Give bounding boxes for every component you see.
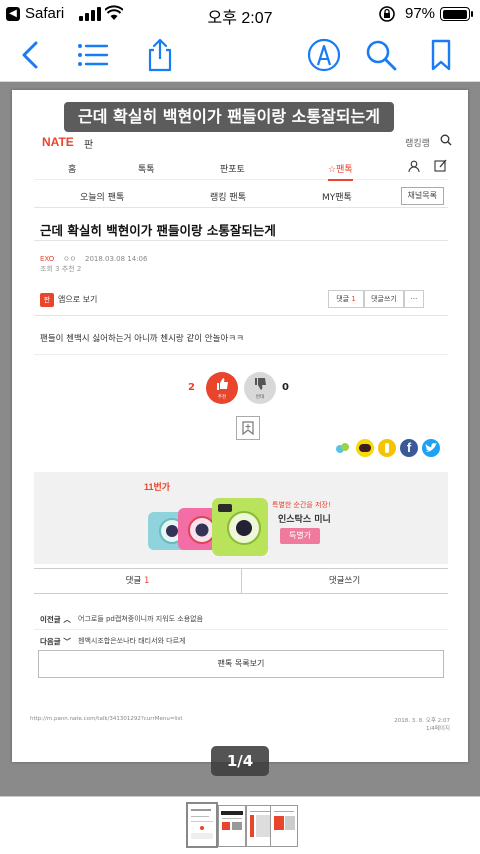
tab-write-comment: 댓글쓰기 bbox=[328, 576, 361, 586]
search-icon[interactable] bbox=[364, 38, 398, 72]
tab-comments-count: 1 bbox=[143, 576, 150, 586]
comment-label: 댓글 bbox=[336, 295, 350, 303]
share-twitter-icon bbox=[422, 439, 440, 457]
app-icon: 판 bbox=[40, 293, 54, 307]
next-post-label: 다음글 ﹀ bbox=[40, 637, 71, 646]
channel-list-button: 채널목록 bbox=[400, 187, 444, 205]
nav-today-fantalk: 오늘의 팬톡 bbox=[80, 193, 125, 203]
post-author: ㅇㅇ bbox=[63, 255, 77, 263]
comment-count: 1 bbox=[351, 295, 356, 303]
nav-fantalk: ☆팬톡 bbox=[328, 162, 353, 181]
prev-post-title: 어그로들 pd캡쳐중이니까 지워도 소용없음 bbox=[78, 615, 204, 623]
post-body: 팬들이 첸백시 싫어하는거 아니까 첸시랑 같이 안놀아ㅋㅋ bbox=[40, 334, 244, 344]
downvote-count: 0 bbox=[282, 382, 289, 393]
site-search-icon bbox=[440, 134, 452, 146]
upvote-label: 추천 bbox=[217, 395, 227, 400]
downvote-button: 반대 bbox=[244, 372, 276, 404]
thumbs-up-icon bbox=[217, 378, 228, 390]
upvote-count: 2 bbox=[188, 382, 195, 393]
banner-tagline: 특별한 순간을 저장! bbox=[272, 501, 331, 509]
more-button: ··· bbox=[404, 290, 424, 308]
header-right-link: 랭킹랭 bbox=[405, 139, 430, 149]
scrap-icon bbox=[242, 421, 254, 435]
post-meta: EXO ㅇㅇ 2018.03.08 14:06 bbox=[40, 254, 147, 264]
post-datetime: 2018.03.08 14:06 bbox=[84, 255, 148, 263]
nate-logo: NATE bbox=[42, 135, 74, 149]
downvote-label: 반대 bbox=[255, 395, 265, 400]
status-bar: ◀ Safari 오후 2:07 97% bbox=[0, 0, 480, 28]
ad-banner: 11번가 특별한 순간을 저장! 인스탁스 미니 특별가 bbox=[34, 472, 448, 564]
open-in-app-label: 앱으로 보기 bbox=[58, 295, 98, 304]
user-icon bbox=[408, 160, 420, 172]
next-post-title: 첸백시조합은쏘나타 태티서와 다르게 bbox=[78, 637, 186, 645]
write-icon bbox=[434, 159, 447, 172]
divider bbox=[34, 315, 448, 316]
thumbnail-page-4[interactable] bbox=[270, 805, 298, 847]
share-icon[interactable] bbox=[143, 38, 177, 72]
bookmark-icon[interactable] bbox=[424, 38, 458, 72]
battery-icon bbox=[440, 7, 470, 21]
share-kakaotalk-icon bbox=[356, 439, 374, 457]
thumbnail-page-2[interactable] bbox=[218, 805, 246, 847]
battery-tip bbox=[471, 11, 473, 17]
post-channel: EXO bbox=[40, 255, 55, 263]
sub-nav: 오늘의 팬톡 랭킹 팬톡 MY팬톡 채널목록 bbox=[34, 184, 448, 208]
post-stats: 조회 3 추천 2 bbox=[40, 265, 82, 273]
share-kakaostory-icon bbox=[378, 439, 396, 457]
share-facebook-icon: f bbox=[400, 439, 418, 457]
nav-pannphoto: 판포토 bbox=[220, 165, 245, 175]
nav-talk: 톡톡 bbox=[138, 165, 155, 175]
banner-product: 인스탁스 미니 bbox=[278, 515, 331, 525]
thumbnail-page-1[interactable] bbox=[186, 802, 218, 848]
divider bbox=[34, 240, 448, 241]
section-label: 판 bbox=[84, 140, 94, 151]
back-chevron-icon[interactable] bbox=[14, 38, 48, 72]
nav-home: 홈 bbox=[68, 165, 77, 175]
comment-count-button: 댓글 1 bbox=[328, 290, 364, 308]
thumbs-down-icon bbox=[255, 378, 266, 390]
print-footer-date: 2018. 3. 8. 오후 2:07 bbox=[394, 718, 450, 724]
prev-post-link: 이전글 ︿ 어그로들 pd캡쳐중이니까 지워도 소용없음 bbox=[34, 608, 448, 630]
nav-my-fantalk: MY팬톡 bbox=[322, 193, 352, 203]
print-footer-page: 1/4페이지 bbox=[425, 726, 450, 732]
comment-tabs: 댓글 1 댓글쓰기 bbox=[34, 568, 448, 594]
pdf-page: NATE 판 랭킹랭 근데 확실히 백현이가 팬들이랑 소통잘되는게 홈 톡톡 … bbox=[12, 90, 468, 762]
prev-post-label: 이전글 ︿ bbox=[40, 615, 71, 624]
nav-ranking-fantalk: 랭킹 팬톡 bbox=[210, 193, 246, 203]
site-header: NATE 판 랭킹랭 bbox=[42, 134, 454, 154]
markup-pen-icon[interactable] bbox=[307, 38, 341, 72]
tab-comments: 댓글 1 bbox=[34, 569, 241, 593]
main-nav: 홈 톡톡 판포토 ☆팬톡 bbox=[34, 158, 448, 181]
open-in-app-button: 판 앱으로 보기 bbox=[40, 292, 97, 308]
battery-percent: 97% bbox=[405, 5, 436, 22]
list-icon[interactable] bbox=[76, 38, 110, 72]
rotation-lock-icon bbox=[379, 6, 395, 22]
banner-shop-logo: 11번가 bbox=[144, 482, 171, 492]
page-title-overlay: 근데 확실히 백현이가 팬들이랑 소통잘되는게 bbox=[64, 102, 394, 132]
print-footer-url: http://m.pann.nate.com/talk/341301292?cu… bbox=[30, 716, 183, 722]
next-post-link: 다음글 ﹀ 첸백시조합은쏘나타 태티서와 다르게 bbox=[34, 630, 448, 650]
instax-camera-image bbox=[148, 498, 268, 556]
page-indicator: 1/4 bbox=[211, 746, 269, 776]
post-title: 근데 확실히 백현이가 팬들이랑 소통잘되는게 bbox=[40, 223, 276, 238]
banner-cta: 특별가 bbox=[280, 528, 320, 544]
thumbnail-strip bbox=[0, 796, 480, 854]
upvote-button: 추천 bbox=[206, 372, 238, 404]
reader-toolbar bbox=[0, 28, 480, 82]
fantalk-list-button: 팬톡 목록보기 bbox=[38, 650, 444, 678]
document-viewer[interactable]: NATE 판 랭킹랭 근데 확실히 백현이가 팬들이랑 소통잘되는게 홈 톡톡 … bbox=[0, 82, 480, 796]
divider bbox=[34, 354, 448, 355]
tab-comments-label: 댓글 bbox=[125, 576, 142, 586]
scrap-button bbox=[236, 416, 260, 440]
share-band-icon bbox=[334, 439, 352, 457]
write-comment-button: 댓글쓰기 bbox=[364, 290, 404, 308]
